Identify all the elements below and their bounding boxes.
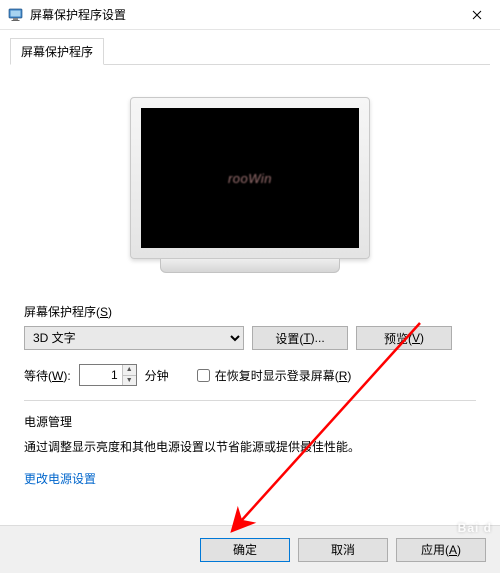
tab-bar: 屏幕保护程序 <box>10 38 490 65</box>
dialog-button-bar: 确定 取消 应用(A) <box>0 525 500 573</box>
preview-area: rooWin <box>24 77 476 303</box>
window-title: 屏幕保护程序设置 <box>30 6 454 23</box>
wait-input[interactable] <box>80 365 122 385</box>
preview-button[interactable]: 预览(V) <box>356 326 452 350</box>
tab-screensaver[interactable]: 屏幕保护程序 <box>10 38 104 65</box>
divider <box>24 400 476 401</box>
power-settings-link[interactable]: 更改电源设置 <box>24 470 476 487</box>
app-icon <box>8 7 24 23</box>
wait-spinner[interactable]: ▲ ▼ <box>79 364 137 386</box>
screensaver-select[interactable]: 3D 文字 <box>24 326 244 350</box>
preview-text: rooWin <box>228 171 272 186</box>
screensaver-group-label: 屏幕保护程序(S) <box>24 303 476 320</box>
monitor-graphic: rooWin <box>130 97 370 273</box>
resume-checkbox[interactable] <box>197 369 210 382</box>
wait-unit: 分钟 <box>145 367 169 384</box>
ok-button[interactable]: 确定 <box>200 538 290 562</box>
close-button[interactable] <box>454 0 500 30</box>
spinner-up-icon[interactable]: ▲ <box>123 365 136 376</box>
settings-button[interactable]: 设置(T)... <box>252 326 348 350</box>
titlebar: 屏幕保护程序设置 <box>0 0 500 30</box>
resume-checkbox-label[interactable]: 在恢复时显示登录屏幕(R) <box>197 367 352 384</box>
power-heading: 电源管理 <box>24 413 476 430</box>
power-description: 通过调整显示亮度和其他电源设置以节省能源或提供最佳性能。 <box>24 438 476 456</box>
apply-button[interactable]: 应用(A) <box>396 538 486 562</box>
cancel-button[interactable]: 取消 <box>298 538 388 562</box>
wait-label: 等待(W): <box>24 367 71 384</box>
spinner-down-icon[interactable]: ▼ <box>123 376 136 386</box>
